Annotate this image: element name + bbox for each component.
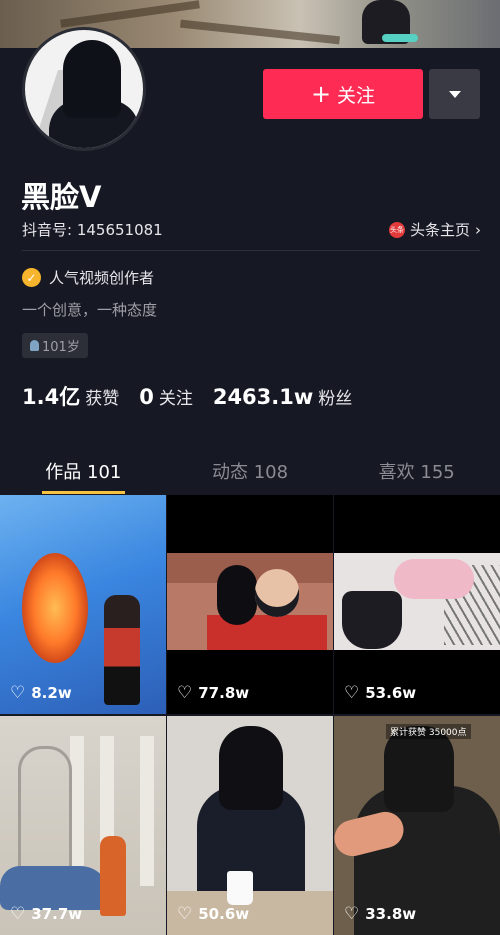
stat-value: 2463.1w xyxy=(212,385,314,409)
heart-icon: ♡ xyxy=(344,904,360,924)
more-options-button[interactable] xyxy=(429,69,480,119)
video-likes: ♡ 53.6w xyxy=(344,683,416,703)
video-tile[interactable]: ♡ 77.8w xyxy=(167,495,333,714)
tab-label: 动态 108 xyxy=(211,462,289,483)
video-tile[interactable]: ♡ 8.2w xyxy=(0,495,166,714)
like-count: 77.8w xyxy=(198,684,250,702)
content-tabs: 作品 101 动态 108 喜欢 155 xyxy=(0,448,500,494)
video-tile[interactable]: ♡ 53.6w xyxy=(334,495,500,714)
verified-label: 人气视频创作者 xyxy=(49,269,155,287)
chevron-right-icon: › xyxy=(475,220,481,239)
tab-label: 喜欢 155 xyxy=(378,462,455,483)
toutiao-homepage-link[interactable]: 头条 头条主页 › xyxy=(388,219,481,240)
tab-likes[interactable]: 喜欢 155 xyxy=(333,448,500,494)
follow-label: 关注 xyxy=(337,84,376,107)
cover-skateboard xyxy=(382,34,418,42)
video-tile[interactable]: 累计获赞 35000点 ♡ 33.8w xyxy=(334,716,500,935)
heart-icon: ♡ xyxy=(10,904,26,924)
tab-indicator xyxy=(42,491,125,494)
like-count: 50.6w xyxy=(198,905,250,923)
avatar-hood xyxy=(63,40,121,118)
video-likes: ♡ 37.7w xyxy=(10,904,82,924)
age-label: 101岁 xyxy=(42,340,80,355)
toutiao-link-label: 头条主页 xyxy=(409,221,470,239)
like-count: 37.7w xyxy=(31,905,83,923)
heart-icon: ♡ xyxy=(177,904,193,924)
thumbnail-person xyxy=(100,836,126,916)
thumbnail-bag xyxy=(342,591,402,649)
divider xyxy=(22,250,480,251)
thumbnail-hood xyxy=(219,726,283,810)
stat-label: 粉丝 xyxy=(318,389,353,409)
like-count: 53.6w xyxy=(365,684,417,702)
like-count: 33.8w xyxy=(365,905,417,923)
chevron-down-icon xyxy=(448,90,461,98)
stat-value: 0 xyxy=(139,385,154,409)
heart-icon: ♡ xyxy=(344,683,360,703)
nickname: 黑脸V xyxy=(21,180,102,214)
thumbnail-cup xyxy=(227,871,253,905)
tab-label: 作品 101 xyxy=(45,462,122,483)
thumbnail-column xyxy=(70,736,84,886)
thumbnail-arch xyxy=(18,746,72,872)
cover-beam xyxy=(60,0,200,28)
verification-row: ✓ 人气视频创作者 xyxy=(22,267,154,288)
stat-label: 关注 xyxy=(158,389,193,409)
heart-icon: ♡ xyxy=(177,683,193,703)
verified-check-icon: ✓ xyxy=(22,268,41,287)
follow-button[interactable]: + 关注 xyxy=(263,69,423,119)
video-grid: ♡ 8.2w ♡ 77.8w ♡ 53.6w ♡ 37.7w ♡ 50.6w 累… xyxy=(0,495,500,935)
video-likes: ♡ 50.6w xyxy=(177,904,249,924)
stat-followers[interactable]: 2463.1w 粉丝 xyxy=(213,384,352,409)
heart-icon: ♡ xyxy=(10,683,26,703)
thumbnail-column xyxy=(140,736,154,886)
stat-following[interactable]: 0 关注 xyxy=(139,384,193,409)
thumbnail-caption: 累计获赞 35000点 xyxy=(386,724,471,739)
avatar[interactable] xyxy=(22,27,146,151)
tab-dynamics[interactable]: 动态 108 xyxy=(167,448,334,494)
thumbnail-person xyxy=(217,565,257,625)
plus-icon: + xyxy=(310,80,332,108)
video-likes: ♡ 33.8w xyxy=(344,904,416,924)
video-tile[interactable]: ♡ 37.7w xyxy=(0,716,166,935)
tab-works[interactable]: 作品 101 xyxy=(0,448,167,494)
thumbnail-person xyxy=(104,595,140,705)
video-tile[interactable]: ♡ 50.6w xyxy=(167,716,333,935)
age-tag: 101岁 xyxy=(22,333,88,358)
stats-row: 1.4亿 获赞 0 关注 2463.1w 粉丝 xyxy=(22,381,352,411)
like-count: 8.2w xyxy=(31,684,72,702)
toutiao-logo-icon: 头条 xyxy=(388,221,405,238)
stat-likes: 1.4亿 获赞 xyxy=(22,381,119,411)
stat-label: 获赞 xyxy=(85,389,120,409)
bio: 一个创意，一种态度 xyxy=(22,301,158,319)
stat-value: 1.4亿 xyxy=(22,385,81,409)
person-icon xyxy=(30,340,39,351)
video-likes: ♡ 77.8w xyxy=(177,683,249,703)
thumbnail-portal xyxy=(22,553,88,663)
thumbnail-arm xyxy=(394,559,474,599)
video-likes: ♡ 8.2w xyxy=(10,683,72,703)
user-id: 抖音号: 145651081 xyxy=(22,221,163,239)
thumbnail-person xyxy=(255,569,299,617)
cover-beam xyxy=(180,19,340,45)
